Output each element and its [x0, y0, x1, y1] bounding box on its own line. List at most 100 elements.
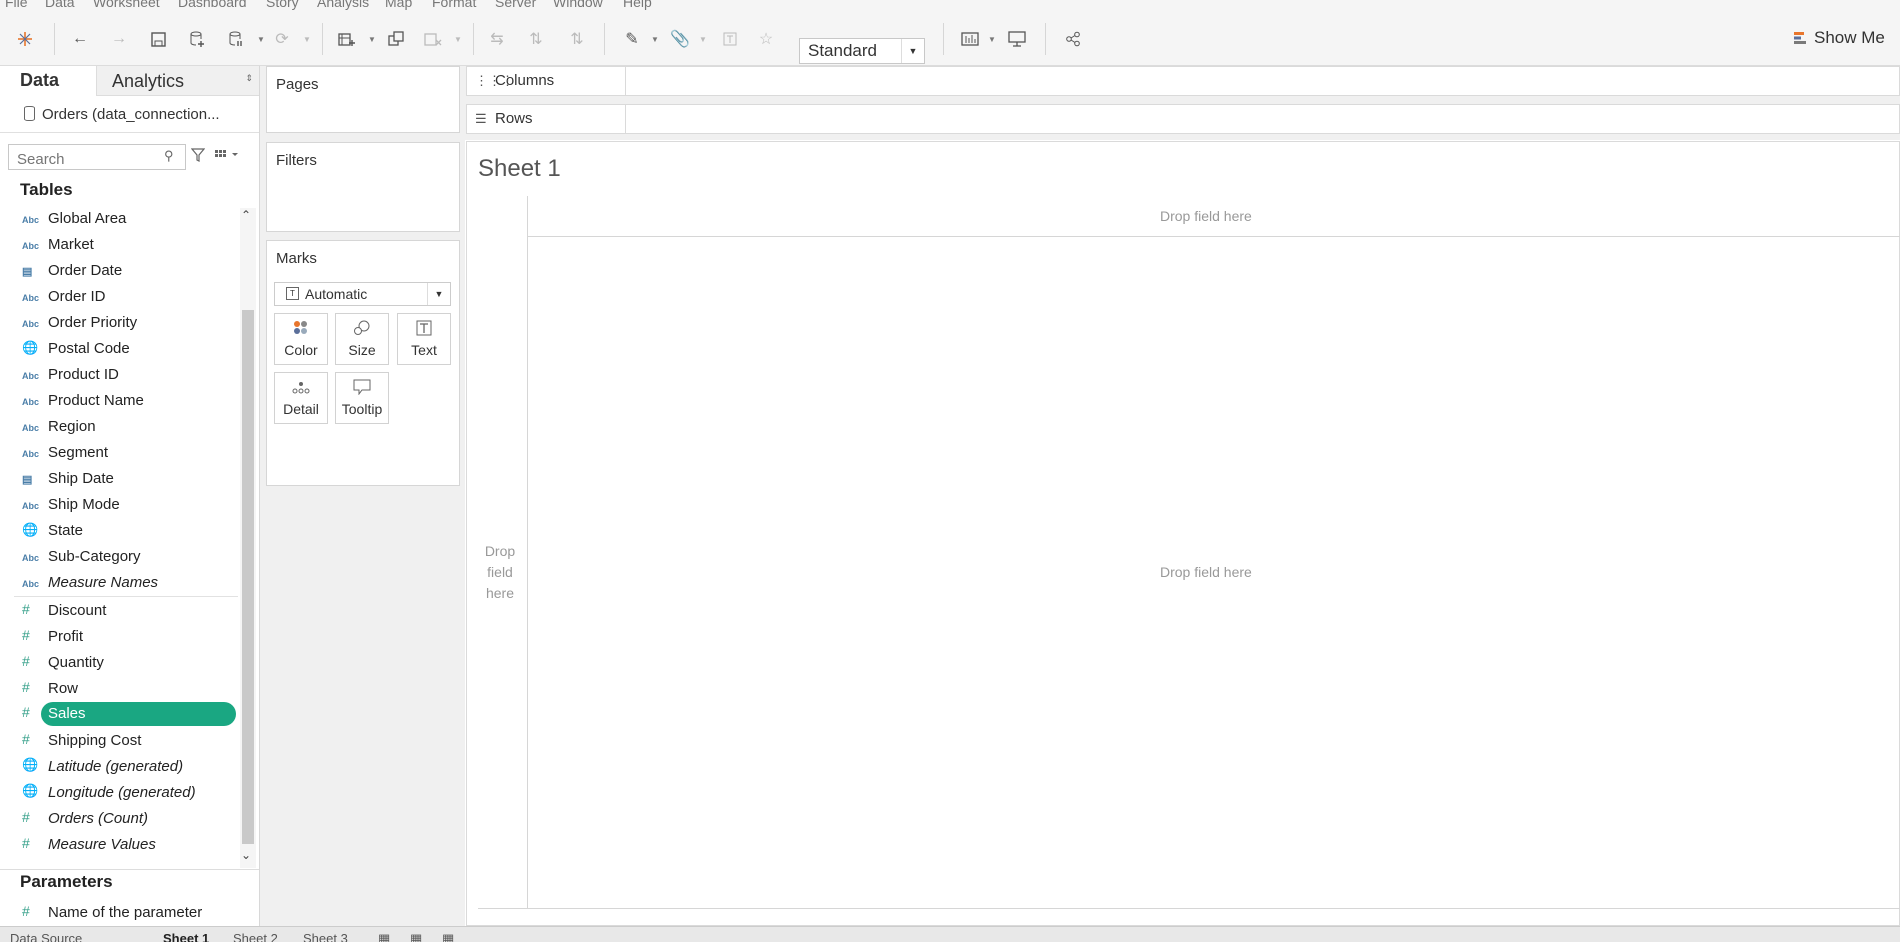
- filter-icon[interactable]: [190, 148, 206, 165]
- field-postal-code[interactable]: Postal Code: [48, 340, 130, 364]
- sheet-title[interactable]: Sheet 1: [478, 155, 561, 183]
- field-order-priority[interactable]: Order Priority: [48, 314, 137, 338]
- field-orders-count[interactable]: Orders (Count): [48, 810, 148, 834]
- show-cards-icon[interactable]: [958, 27, 982, 51]
- row-drop-text[interactable]: Drop field here: [476, 541, 524, 604]
- datasource-name[interactable]: Orders (data_connection...: [0, 97, 259, 133]
- tableau-logo-icon[interactable]: [13, 27, 37, 51]
- field-state[interactable]: State: [48, 522, 83, 546]
- sort-descending-icon[interactable]: ⇅: [565, 27, 589, 51]
- field-global-area[interactable]: Global Area: [48, 210, 126, 234]
- pause-updates-icon[interactable]: [224, 27, 248, 51]
- size-button[interactable]: Size: [335, 313, 389, 365]
- menu-window[interactable]: Window: [553, 0, 603, 10]
- menu-help[interactable]: Help: [623, 0, 652, 10]
- tab-sheet-2[interactable]: Sheet 2: [233, 931, 278, 942]
- field-product-name[interactable]: Product Name: [48, 392, 144, 416]
- field-ship-mode[interactable]: Ship Mode: [48, 496, 120, 520]
- chevron-down-icon[interactable]: ▼: [257, 35, 265, 44]
- menu-dashboard[interactable]: Dashboard: [178, 0, 247, 10]
- field-measure-names[interactable]: Measure Names: [48, 574, 158, 598]
- detail-button[interactable]: Detail: [274, 372, 328, 424]
- field-longitude-generated[interactable]: Longitude (generated): [48, 784, 196, 808]
- tab-sheet-1[interactable]: Sheet 1: [163, 931, 209, 942]
- tab-analytics[interactable]: Analytics ⇕: [96, 66, 259, 96]
- fit-dropdown[interactable]: Standard ▼: [799, 38, 925, 64]
- new-dashboard-tab-icon[interactable]: ▦: [410, 931, 422, 942]
- field-sales[interactable]: Sales: [48, 705, 86, 729]
- chevron-up-icon[interactable]: ⌃: [241, 208, 251, 222]
- menu-file[interactable]: File: [5, 0, 28, 10]
- duplicate-sheet-icon[interactable]: [384, 27, 408, 51]
- menu-story[interactable]: Story: [266, 0, 299, 10]
- menu-map[interactable]: Map: [385, 0, 412, 10]
- menu-data[interactable]: Data: [45, 0, 75, 10]
- color-button[interactable]: Color: [274, 313, 328, 365]
- tab-data-source[interactable]: Data Source: [10, 931, 82, 942]
- tab-data[interactable]: Data: [0, 66, 95, 97]
- redo-icon[interactable]: →: [107, 27, 131, 51]
- chevron-down-icon[interactable]: ⌄: [241, 848, 251, 862]
- toolbar-separator: [473, 23, 474, 55]
- field-segment[interactable]: Segment: [48, 444, 108, 468]
- field-discount[interactable]: Discount: [48, 602, 106, 626]
- swap-icon[interactable]: ⇆: [485, 27, 509, 51]
- chevron-down-icon: ▼: [427, 283, 450, 305]
- tooltip-button[interactable]: Tooltip: [335, 372, 389, 424]
- field-ship-date[interactable]: Ship Date: [48, 470, 114, 494]
- rows-shelf[interactable]: ☰ Rows: [466, 104, 1900, 134]
- text-button[interactable]: Text: [397, 313, 451, 365]
- field-row[interactable]: Row: [48, 680, 78, 704]
- view-options-icon[interactable]: [215, 149, 239, 164]
- refresh-icon[interactable]: ⟳: [270, 27, 294, 51]
- menu-format[interactable]: Format: [432, 0, 476, 10]
- menu-server[interactable]: Server: [495, 0, 536, 10]
- new-datasource-icon[interactable]: [185, 27, 209, 51]
- pin-icon[interactable]: ☆: [754, 27, 778, 51]
- field-product-id[interactable]: Product ID: [48, 366, 119, 390]
- field-sub-category[interactable]: Sub-Category: [48, 548, 141, 572]
- show-me-button[interactable]: Show Me: [1794, 25, 1885, 51]
- menu-worksheet[interactable]: Worksheet: [93, 0, 160, 10]
- field-measure-values[interactable]: Measure Values: [48, 836, 156, 860]
- field-order-id[interactable]: Order ID: [48, 288, 106, 312]
- highlight-icon[interactable]: ✎: [620, 27, 644, 51]
- field-region[interactable]: Region: [48, 418, 96, 442]
- columns-shelf[interactable]: ⋮⋮⋮ Columns: [466, 66, 1900, 96]
- sort-ascending-icon[interactable]: ⇅: [524, 27, 548, 51]
- labels-icon[interactable]: [718, 27, 742, 51]
- chevron-down-icon[interactable]: ▼: [368, 35, 376, 44]
- field-market[interactable]: Market: [48, 236, 94, 260]
- new-story-tab-icon[interactable]: ▦: [442, 931, 454, 942]
- new-worksheet-tab-icon[interactable]: ▦: [378, 931, 390, 942]
- undo-icon[interactable]: ←: [68, 27, 92, 51]
- chevron-down-icon[interactable]: ▼: [988, 35, 996, 44]
- field-order-date[interactable]: Order Date: [48, 262, 122, 286]
- chevron-down-icon[interactable]: ▼: [699, 35, 707, 44]
- save-icon[interactable]: [146, 27, 170, 51]
- search-icon[interactable]: ⚲: [164, 148, 174, 164]
- parameter-item[interactable]: Name of the parameter: [48, 904, 202, 928]
- toolbar-separator: [322, 23, 323, 55]
- presentation-icon[interactable]: [1005, 27, 1029, 51]
- mark-type-dropdown[interactable]: T Automatic ▼: [274, 282, 451, 306]
- view-canvas[interactable]: [466, 141, 1900, 926]
- pages-card[interactable]: Pages: [266, 66, 460, 133]
- chevron-down-icon[interactable]: ▼: [651, 35, 659, 44]
- scrollbar-thumb[interactable]: [242, 310, 254, 844]
- field-quantity[interactable]: Quantity: [48, 654, 104, 678]
- chevron-down-icon[interactable]: ▼: [303, 35, 311, 44]
- sort-arrows-icon[interactable]: ⇕: [245, 73, 253, 84]
- clear-sheet-icon[interactable]: [421, 27, 445, 51]
- tab-sheet-3[interactable]: Sheet 3: [303, 931, 348, 942]
- filters-card[interactable]: Filters: [266, 142, 460, 232]
- group-icon[interactable]: 📎: [668, 27, 692, 51]
- field-latitude-generated[interactable]: Latitude (generated): [48, 758, 183, 782]
- new-worksheet-icon[interactable]: [335, 27, 359, 51]
- share-icon[interactable]: [1061, 27, 1085, 51]
- field-profit[interactable]: Profit: [48, 628, 83, 652]
- search-input[interactable]: [8, 144, 186, 170]
- menu-analysis[interactable]: Analysis: [317, 0, 369, 10]
- field-shipping-cost[interactable]: Shipping Cost: [48, 732, 141, 756]
- chevron-down-icon[interactable]: ▼: [454, 35, 462, 44]
